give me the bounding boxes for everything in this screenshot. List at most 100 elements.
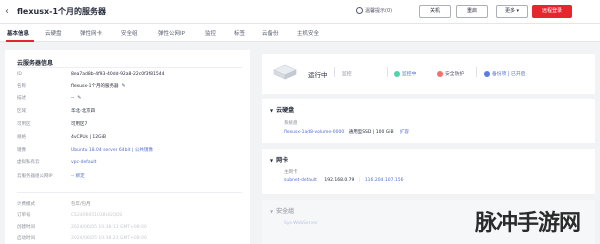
edit-pencil-icon[interactable]: ✎ bbox=[122, 83, 126, 89]
shutdown-button[interactable]: 关机 bbox=[419, 5, 451, 18]
tab-elastic-nic[interactable]: 弹性网卡 bbox=[80, 29, 102, 37]
panel-gap bbox=[252, 44, 260, 244]
monitor-label: 监控 bbox=[342, 72, 352, 77]
row-label: 虚拟私有云 bbox=[17, 160, 40, 165]
row-label: 订单号 bbox=[17, 213, 31, 218]
tab-monitoring[interactable]: 监控 bbox=[205, 29, 216, 37]
bind-eip-link[interactable]: -- 绑定 bbox=[71, 172, 85, 181]
row-value: 2024/06/05 10:38:23 GMT+08:00 bbox=[71, 236, 147, 241]
tab-eip[interactable]: 弹性公网IP bbox=[158, 29, 185, 37]
caret-down-icon: ▼ bbox=[270, 158, 274, 163]
row-label: ID bbox=[17, 72, 22, 77]
server-status-panel: 运行中 监控 监控中 安全防护 备份项 | 已开启 bbox=[262, 54, 595, 94]
expand-link[interactable]: 扩容 bbox=[400, 130, 409, 135]
volume-link[interactable]: flexusx-1ad8-volume-0000 bbox=[284, 130, 344, 135]
row-label: 创建时间 bbox=[17, 225, 35, 230]
divider bbox=[17, 67, 242, 68]
row-label: 计费模式 bbox=[17, 202, 35, 207]
card-title-text: 云硬盘 bbox=[276, 107, 295, 114]
server-illustration-icon bbox=[273, 64, 297, 80]
page-header: ‹ flexusx-1个月的服务器 温馨提示(0) 关机 重启 更多 ▾ 远程登… bbox=[0, 0, 600, 24]
monitoring-status[interactable]: 监控中 bbox=[394, 70, 416, 77]
divider bbox=[17, 192, 242, 193]
watermark: 脉冲手游网 bbox=[473, 203, 598, 241]
tab-bar: 基本信息 云硬盘 弹性网卡 安全组 弹性公网IP 监控 标签 云备份 主机安全 bbox=[0, 24, 600, 42]
nic-card: ▼ 网卡 主网卡 subnet-default 192.168.0.79 | 11… bbox=[262, 149, 595, 194]
info-row-order: 订单号 CS2406051038UGQDS bbox=[17, 211, 247, 220]
info-row-created: 创建时间 2024/06/05 10:38:13 GMT+08:00 bbox=[17, 223, 247, 232]
public-ip-link[interactable]: 116.204.107.156 bbox=[365, 178, 404, 183]
info-row-description: 描述 -- ✎ bbox=[17, 94, 247, 103]
security-status[interactable]: 安全防护 bbox=[437, 70, 464, 77]
status-text: 监控中 bbox=[402, 72, 417, 77]
section-title: 云服务器信息 bbox=[17, 60, 54, 67]
server-info-panel: 云服务器信息 ID 8ea7ad8b-4f93-40dd-92a8-22c0f3… bbox=[5, 50, 250, 244]
card-title[interactable]: ▼ 安全组 bbox=[270, 206, 294, 215]
restart-button[interactable]: 重启 bbox=[456, 5, 488, 18]
info-row-spec: 规格 4vCPUs | 12GiB bbox=[17, 133, 247, 142]
info-row-eip: 云服务器组公网IP -- 绑定 bbox=[17, 172, 247, 181]
divider bbox=[334, 67, 335, 77]
private-ip: 192.168.0.79 bbox=[324, 178, 355, 183]
nic-line: subnet-default 192.168.0.79 | 116.204.10… bbox=[284, 178, 403, 183]
info-row-az: 可用区 可用区7 bbox=[17, 120, 247, 129]
tab-host-security[interactable]: 主机安全 bbox=[297, 29, 319, 37]
info-row-region: 区域 华北-北京四 bbox=[17, 107, 247, 116]
tip-label: 温馨提示(0) bbox=[365, 8, 393, 14]
row-value: 8ea7ad8b-4f93-40dd-92a8-22c0f3f81544 bbox=[71, 72, 165, 77]
tab-basic-info[interactable]: 基本信息 bbox=[7, 29, 29, 37]
row-label: 规格 bbox=[17, 135, 26, 140]
status-text: 安全防护 bbox=[445, 72, 465, 77]
caret-down-icon: ▼ bbox=[270, 209, 274, 214]
info-row-started: 启动时间 2024/06/05 10:38:23 GMT+08:00 bbox=[17, 234, 247, 243]
info-row-id: ID 8ea7ad8b-4f93-40dd-92a8-22c0f3f81544 bbox=[17, 70, 247, 79]
row-value: 可用区7 bbox=[71, 122, 88, 127]
active-tab-indicator bbox=[6, 40, 34, 42]
running-state: 运行中 bbox=[308, 71, 328, 79]
row-value: 4vCPUs | 12GiB bbox=[71, 135, 106, 140]
backup-status[interactable]: 备份项 | 已开启 bbox=[484, 70, 525, 77]
backup-icon bbox=[484, 70, 490, 77]
info-row-name: 名称 flexusx-1个月的服务器 ✎ bbox=[17, 82, 247, 91]
row-value: CS2406051038UGQDS bbox=[71, 213, 123, 218]
name-value: flexusx-1个月的服务器 bbox=[71, 84, 119, 89]
more-dropdown[interactable]: 更多 ▾ bbox=[496, 5, 528, 18]
row-value: -- ✎ bbox=[71, 94, 81, 103]
row-label: 名称 bbox=[17, 84, 26, 89]
card-title[interactable]: ▼ 网卡 bbox=[270, 155, 288, 164]
tab-security-group[interactable]: 安全组 bbox=[121, 29, 138, 37]
cloud-disk-card: ▼ 云硬盘 系统盘 flexusx-1ad8-volume-0000 通用型SSD… bbox=[262, 99, 595, 143]
edit-pencil-icon[interactable]: ✎ bbox=[77, 95, 81, 101]
tab-backup[interactable]: 云备份 bbox=[262, 29, 279, 37]
caret-down-icon: ▼ bbox=[270, 108, 274, 113]
divider bbox=[476, 67, 477, 77]
status-text: 备份项 | 已开启 bbox=[492, 72, 526, 77]
row-label: 云服务器组公网IP bbox=[17, 174, 53, 179]
disk-spec: 通用型SSD | 100 GiB bbox=[348, 130, 394, 135]
chevron-down-icon: ▾ bbox=[516, 8, 520, 14]
card-title-text: 安全组 bbox=[276, 208, 295, 215]
tip-link[interactable]: 温馨提示(0) bbox=[356, 7, 392, 14]
remote-login-button[interactable]: 远程登录 bbox=[532, 5, 572, 18]
row-label: 镜像 bbox=[17, 148, 26, 153]
info-row-billing: 计费模式 包年/包月 bbox=[17, 200, 247, 209]
shield-icon bbox=[437, 70, 443, 77]
row-label: 可用区 bbox=[17, 122, 31, 127]
card-title[interactable]: ▼ 云硬盘 bbox=[270, 105, 294, 114]
row-value: 包年/包月 bbox=[71, 202, 91, 207]
image-link[interactable]: Ubuntu 18.04 server 64bit | 公共镜像 bbox=[71, 146, 153, 155]
vpc-link[interactable]: vpc-default bbox=[71, 158, 96, 167]
system-disk-label: 系统盘 bbox=[284, 121, 298, 126]
watermark-text: 脉冲手游网 bbox=[475, 211, 581, 236]
row-value: flexusx-1个月的服务器 ✎ bbox=[71, 82, 126, 91]
primary-nic-label: 主网卡 bbox=[284, 170, 298, 175]
tab-tags[interactable]: 标签 bbox=[234, 29, 245, 37]
card-title-text: 网卡 bbox=[276, 157, 289, 164]
row-value: 2024/06/05 10:38:13 GMT+08:00 bbox=[71, 225, 147, 230]
tab-cloud-disk[interactable]: 云硬盘 bbox=[45, 29, 62, 37]
check-circle-icon bbox=[394, 70, 400, 77]
subnet-link[interactable]: subnet-default bbox=[284, 178, 317, 183]
security-group-link[interactable]: Sys-WebServer bbox=[284, 221, 318, 226]
description-value: -- bbox=[71, 96, 75, 101]
row-value: 华北-北京四 bbox=[71, 109, 96, 114]
